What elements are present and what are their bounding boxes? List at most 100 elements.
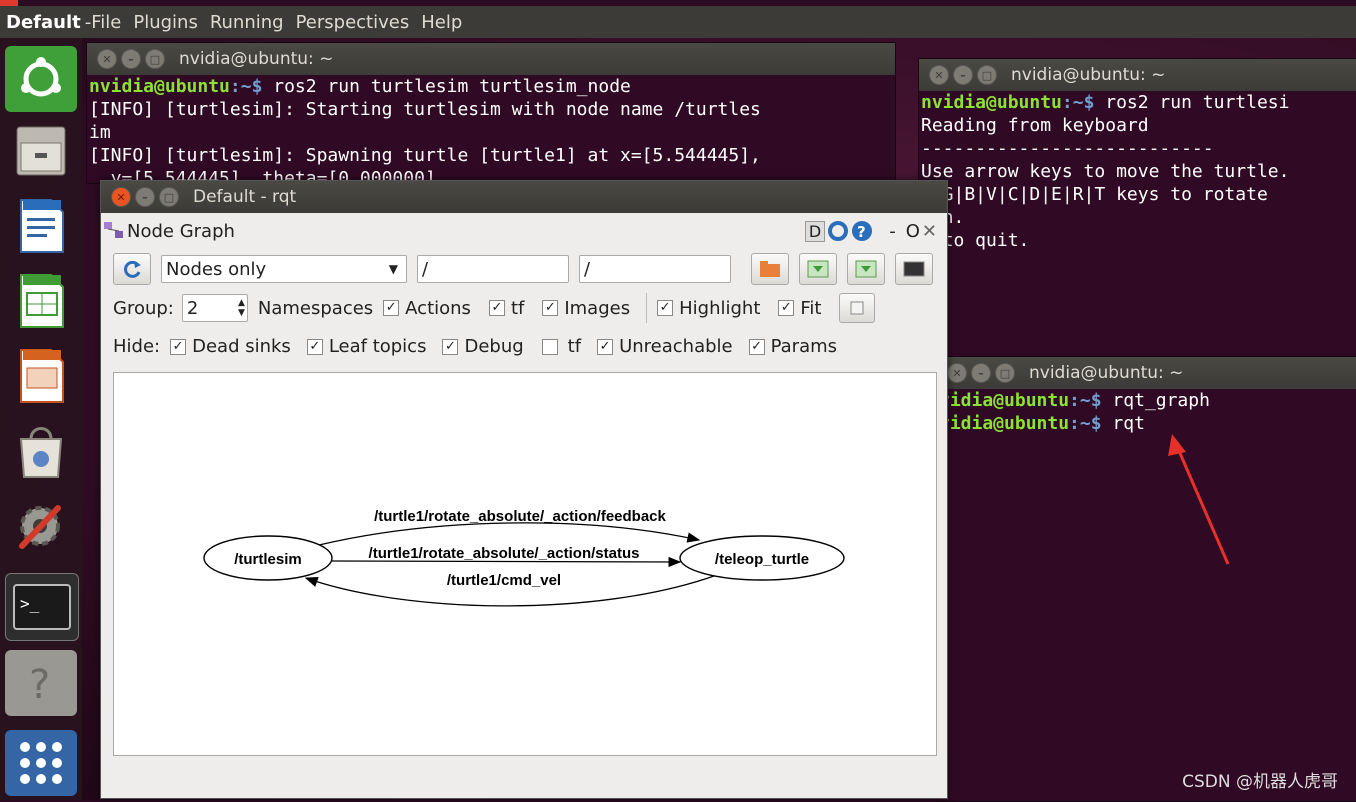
software-center-button[interactable] [5,418,77,484]
save-svg-button[interactable] [847,253,885,285]
minimize-icon[interactable]: – [135,187,155,207]
group-label: Group: [113,297,174,319]
spin-arrows-icon[interactable]: ▲ ▼ [238,298,245,318]
help-button[interactable]: ? [5,650,77,716]
hide-tf-checkbox[interactable]: tf [541,336,581,357]
unreachable-checkbox[interactable]: ✓ Unreachable [597,336,733,357]
files-button[interactable] [5,118,77,184]
terminal-1-line-2: [INFO] [turtlesim]: Starting turtlesim w… [89,99,761,120]
actions-checkbox[interactable]: ✓ Actions [383,298,471,319]
checkbox-unreachable-box[interactable]: ✓ [597,338,614,355]
fit-in-view-button[interactable] [839,293,876,323]
menu-file[interactable]: -File [85,12,122,33]
maximize-icon[interactable]: □ [995,363,1015,383]
tf-checkbox[interactable]: ✓ tf [488,298,524,319]
node-graph-svg: /turtlesim /teleop_turtle /turtle1/rotat… [203,508,845,607]
close-plugin-button[interactable]: ✕ [922,221,937,242]
maximize-icon[interactable]: □ [977,65,997,85]
save-image-button[interactable] [895,253,933,285]
ubuntu-logo-icon [21,57,61,97]
checkbox-dead-sinks-box[interactable]: ✓ [170,338,187,355]
terminal-2-line-7: ' to quit. [921,230,1030,251]
leaf-topics-checkbox[interactable]: ✓ Leaf topics [306,336,426,357]
images-checkbox[interactable]: ✓ Images [542,298,630,319]
highlight-checkbox[interactable]: ✓ Highlight [657,298,760,319]
dock-button[interactable]: D [804,220,826,242]
close-icon[interactable]: ✕ [111,187,131,207]
menu-plugins[interactable]: Plugins [133,12,197,33]
graph-mode-select[interactable]: Nodes only ▼ [161,255,407,283]
ubuntu-dash-button[interactable] [5,46,77,112]
checkbox-highlight-box[interactable]: ✓ [657,300,674,316]
terminal-3-titlebar[interactable]: ✕ – □ nvidia@ubuntu: ~ [937,357,1356,389]
params-checkbox[interactable]: ✓ Params [748,336,837,357]
options-row: Group: 2 ▲ ▼ Namespaces ✓ Actions ✓ tf ✓ Ima… [101,293,947,323]
node-turtlesim-label: /turtlesim [234,551,302,568]
refresh-button[interactable] [113,253,151,285]
presentation-icon [20,349,64,403]
maximize-icon[interactable]: □ [159,187,179,207]
close-icon[interactable]: ✕ [97,49,117,69]
fit-checkbox[interactable]: ✓ Fit [778,298,821,319]
fit-view-icon [850,301,864,315]
close-icon[interactable]: ✕ [929,65,949,85]
writer-button[interactable] [5,193,77,259]
watermark: CSDN @机器人虎哥 [1182,772,1338,792]
settings-button[interactable] [5,493,77,559]
minimize-icon[interactable]: – [121,49,141,69]
terminal-launcher-button[interactable]: >_ [5,573,79,641]
launcher: >_ ? [0,38,82,800]
terminal-window-2[interactable]: ✕ – □ nvidia@ubuntu: ~ nvidia@ubuntu:~$ ro… [918,58,1356,360]
spreadsheet-icon [20,274,64,328]
dead-sinks-checkbox[interactable]: ✓ Dead sinks [170,336,291,357]
save-svg-icon [855,260,877,278]
help-icon[interactable]: ? [851,220,873,242]
minimize-icon[interactable]: – [971,363,991,383]
calc-button[interactable] [5,268,77,334]
menu-running[interactable]: Running [210,12,284,33]
terminal-2-titlebar[interactable]: ✕ – □ nvidia@ubuntu: ~ [919,59,1356,91]
group-spinbox[interactable]: 2 ▲ ▼ [181,294,248,322]
hide-row: Hide: ✓ Dead sinks ✓ Leaf topics ✓ Debug tf… [101,336,947,357]
maximize-icon[interactable]: □ [145,49,165,69]
terminal-2-title: nvidia@ubuntu: ~ [1011,65,1166,85]
menu-help[interactable]: Help [421,12,462,33]
save-dot-button[interactable] [799,253,837,285]
node-filter-input[interactable]: / [417,255,569,283]
app-grid-button[interactable] [5,730,77,796]
terminal-2-line-4: Use arrow keys to move the turtle. [921,161,1290,182]
chevron-down-icon: ▼ [388,262,398,276]
terminal-icon: >_ [13,584,71,630]
edge-feedback[interactable] [318,522,701,546]
minimize-icon[interactable]: – [953,65,973,85]
reload-plugin-icon[interactable] [827,220,849,242]
load-dot-button[interactable] [751,253,789,285]
terminal-window-1[interactable]: ✕ – □ nvidia@ubuntu: ~ nvidia@ubuntu:~$ ro… [86,42,896,189]
minimize-plugin-button[interactable]: - [889,221,896,242]
impress-button[interactable] [5,343,77,409]
topic-filter-input[interactable]: / [579,255,731,283]
rqt-window[interactable]: ✕ – □ Default - rqt Node Graph D ? - O ✕ N… [100,180,948,799]
checkbox-debug-box[interactable]: ✓ [442,338,459,355]
checkbox-hide-tf-box[interactable] [541,338,558,355]
checkbox-params-box[interactable]: ✓ [748,338,765,355]
svg-text:>_: >_ [20,594,40,613]
toolbar-row: Nodes only ▼ / / [101,253,947,285]
checkbox-fit-box[interactable]: ✓ [778,300,795,316]
graph-mode-value: Nodes only [166,258,267,280]
terminal-2-line-3: --------------------------- [921,138,1214,159]
app-grid-icon [20,742,62,784]
terminal-window-3[interactable]: ✕ – □ nvidia@ubuntu: ~ vidia@ubuntu:~$ rqt… [936,356,1356,802]
checkbox-actions-box[interactable]: ✓ [383,300,400,316]
terminal-1-titlebar[interactable]: ✕ – □ nvidia@ubuntu: ~ [87,43,895,75]
debug-checkbox[interactable]: ✓ Debug [442,336,524,357]
menu-perspectives[interactable]: Perspectives [296,12,410,33]
graph-canvas[interactable]: /turtlesim /teleop_turtle /turtle1/rotat… [113,372,937,756]
checkbox-tf-box[interactable]: ✓ [488,300,505,316]
refresh-icon [124,260,141,278]
close-icon[interactable]: ✕ [947,363,967,383]
rqt-titlebar[interactable]: ✕ – □ Default - rqt [101,181,947,213]
checkbox-leaf-topics-box[interactable]: ✓ [306,338,323,355]
options-button[interactable]: O [906,221,920,242]
checkbox-images-box[interactable]: ✓ [542,300,559,316]
